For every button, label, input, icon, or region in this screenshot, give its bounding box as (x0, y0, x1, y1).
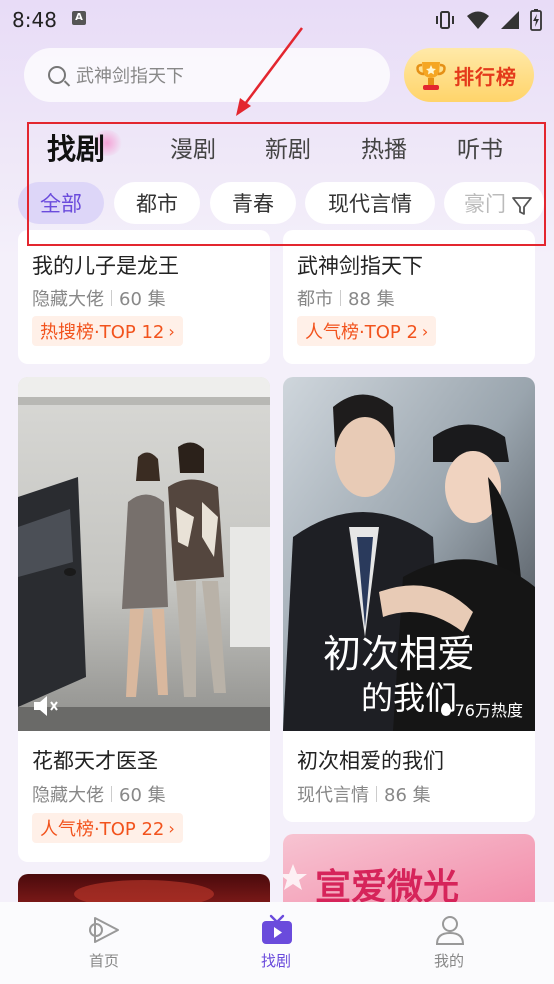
status-bar: 8:48 A (0, 0, 554, 38)
nav-profile[interactable]: 我的 (389, 902, 509, 984)
wifi-icon (467, 11, 489, 29)
user-icon (435, 916, 465, 945)
card-meta: 都市 88 集 (297, 285, 395, 311)
tv-icon (262, 914, 292, 944)
card-episodes: 88 集 (348, 289, 395, 310)
nav-home-label: 首页 (88, 952, 119, 970)
card-meta: 隐藏大佬 60 集 (32, 781, 166, 807)
nav-find-drama-label: 找剧 (260, 952, 291, 970)
mute-icon[interactable] (32, 693, 62, 719)
search-placeholder: 武神剑指天下 (76, 66, 184, 87)
poster-image (18, 377, 270, 731)
nav-find-drama[interactable]: 找剧 (216, 902, 336, 984)
card-title: 武神剑指天下 (297, 254, 423, 278)
play-icon (89, 917, 119, 943)
card-rank-badge[interactable]: 人气榜·TOP 2 › (297, 316, 437, 346)
annotation-highlight-box (27, 122, 546, 246)
card-title: 我的儿子是龙王 (32, 254, 179, 278)
card-genre: 隐藏大佬 (32, 785, 104, 806)
card-episodes: 60 集 (119, 785, 166, 806)
flame-icon (440, 702, 451, 716)
card-episodes: 86 集 (384, 785, 431, 806)
signal-icon (501, 11, 519, 29)
chevron-right-icon: › (421, 321, 429, 341)
card-rank-badge-text: 热搜榜·TOP 12 (40, 322, 165, 343)
card-title: 花都天才医圣 (32, 749, 158, 773)
chevron-right-icon: › (168, 818, 175, 838)
ranking-label: 排行榜 (454, 64, 517, 89)
nav-home[interactable]: 首页 (44, 902, 164, 984)
trophy-icon (416, 62, 446, 90)
vibrate-icon (436, 11, 454, 29)
notification-icon: A (72, 11, 86, 25)
drama-card-4[interactable]: 初次相爱 的我们 76万热度 初次相爱的我们 现代言情 86 集 (283, 377, 535, 822)
heat-value: 76万热度 (454, 701, 523, 720)
card-title: 初次相爱的我们 (297, 749, 444, 773)
drama-card-1[interactable]: 我的儿子是龙王 隐藏大佬 60 集 热搜榜·TOP 12 › (18, 230, 270, 364)
status-icons (434, 9, 542, 31)
bottom-navigation: 首页 找剧 我的 (0, 902, 554, 984)
card-meta: 隐藏大佬 60 集 (32, 285, 166, 311)
card-genre: 都市 (297, 289, 333, 310)
card-meta: 现代言情 86 集 (297, 781, 431, 807)
search-icon (48, 66, 66, 84)
card-rank-badge-text: 人气榜·TOP 22 (40, 819, 165, 840)
nav-profile-label: 我的 (433, 952, 464, 970)
drama-card-3[interactable]: 花都天才医圣 隐藏大佬 60 集 人气榜·TOP 22 › (18, 377, 270, 862)
card-genre: 现代言情 (297, 785, 369, 806)
card-rank-badge-text: 人气榜·TOP 2 (305, 322, 418, 343)
card-episodes: 60 集 (119, 289, 166, 310)
ranking-button[interactable]: 排行榜 (404, 48, 534, 102)
card-rank-badge[interactable]: 人气榜·TOP 22 › (32, 813, 183, 843)
status-time: 8:48 (12, 8, 57, 32)
heat-indicator: 76万热度 (440, 697, 523, 721)
battery-icon (530, 9, 542, 31)
card-genre: 隐藏大佬 (32, 289, 104, 310)
card-rank-badge[interactable]: 热搜榜·TOP 12 › (32, 316, 183, 346)
search-bar[interactable]: 武神剑指天下 (24, 48, 390, 102)
poster-title-line1: 初次相爱 (323, 632, 476, 676)
drama-card-2[interactable]: 武神剑指天下 都市 88 集 人气榜·TOP 2 › (283, 230, 535, 364)
chevron-right-icon: › (168, 321, 175, 341)
